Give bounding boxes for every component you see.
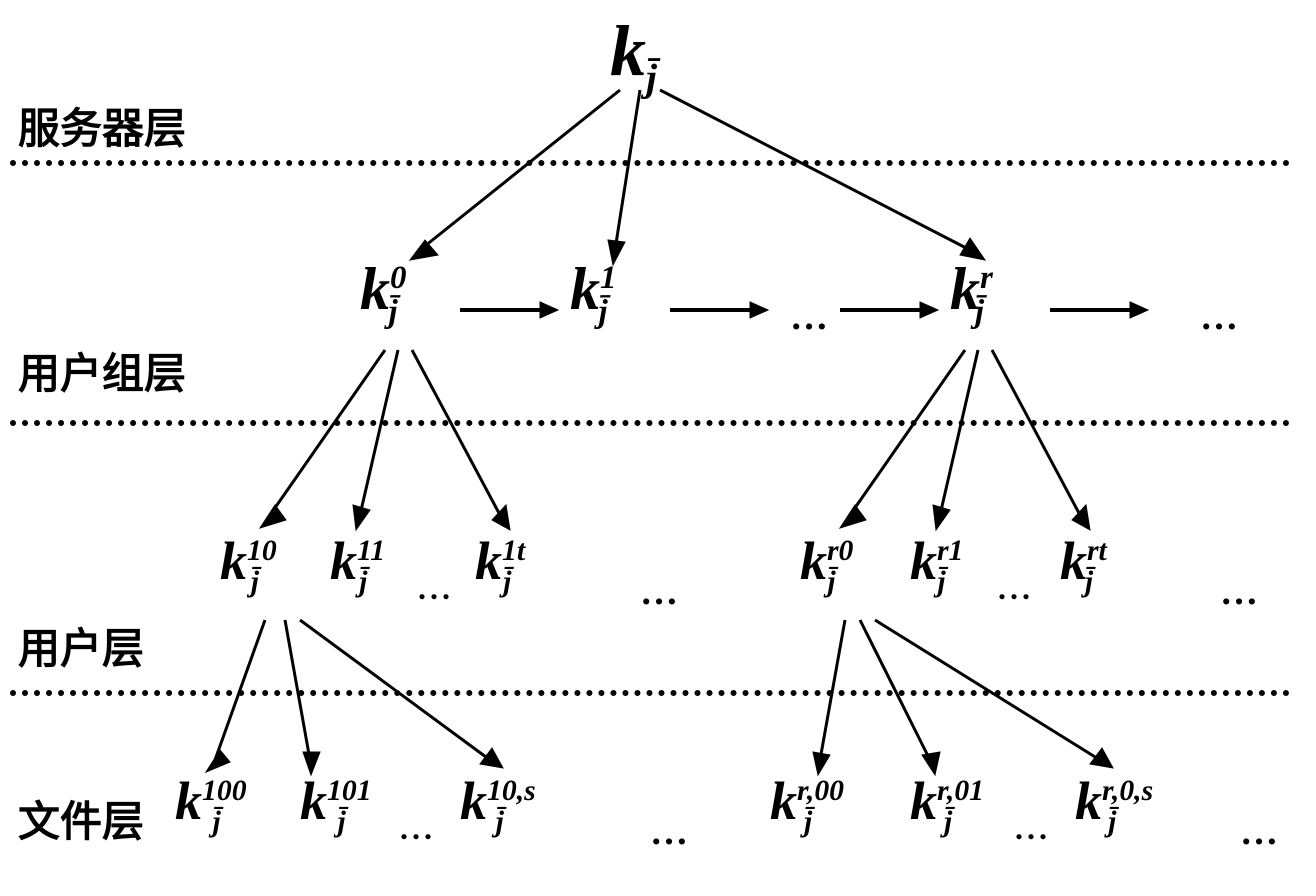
arrow-dots-gr xyxy=(830,290,940,330)
dots-file-2: … xyxy=(650,810,692,854)
node-u1t: k1tj̄ xyxy=(475,530,511,599)
dots-file-1: ... xyxy=(400,810,436,847)
dots-group-2: … xyxy=(1200,295,1242,339)
node-f101: k101j̄ xyxy=(300,770,346,839)
dots-file-3: ... xyxy=(1015,810,1051,847)
arrows-gr-users xyxy=(800,340,1120,540)
node-ur1: kr1j̄ xyxy=(910,530,946,599)
dots-file-4: … xyxy=(1240,810,1282,854)
node-fr01: kr,01j̄ xyxy=(910,770,952,839)
arrow-gr-dots xyxy=(1040,290,1150,330)
label-file: 文件层 xyxy=(18,788,144,849)
node-u11: k11j̄ xyxy=(330,530,367,599)
arrow-g0-g1 xyxy=(450,290,560,330)
label-user: 用户层 xyxy=(18,615,144,676)
arrow-g1-dots xyxy=(660,290,770,330)
arrows-root-groups xyxy=(360,80,1010,280)
node-ur0: kr0j̄ xyxy=(800,530,836,599)
arrows-ur0-files xyxy=(760,610,1160,780)
node-f100: k100j̄ xyxy=(175,770,221,839)
node-f10s: k10,sj̄ xyxy=(460,770,504,839)
node-urt: krtj̄ xyxy=(1060,530,1093,599)
dots-user-3: ... xyxy=(998,570,1034,607)
node-u10: k10j̄ xyxy=(220,530,259,599)
node-fr0s: kr,0,sj̄ xyxy=(1075,770,1116,839)
arrows-g0-users xyxy=(220,340,540,540)
node-fr00: kr,00j̄ xyxy=(770,770,812,839)
arrows-u10-files xyxy=(170,610,550,780)
dots-user-1: ... xyxy=(418,570,454,607)
dots-user-2: … xyxy=(640,570,682,614)
diagram-container: 服务器层 用户组层 用户层 文件层 kj̄ k0j̄ k1j̄ … krj̄ …… xyxy=(0,0,1316,896)
dots-group-1: … xyxy=(790,295,832,339)
label-server: 服务器层 xyxy=(18,95,186,156)
label-usergroup: 用户组层 xyxy=(18,340,186,401)
dots-user-4: … xyxy=(1220,570,1262,614)
